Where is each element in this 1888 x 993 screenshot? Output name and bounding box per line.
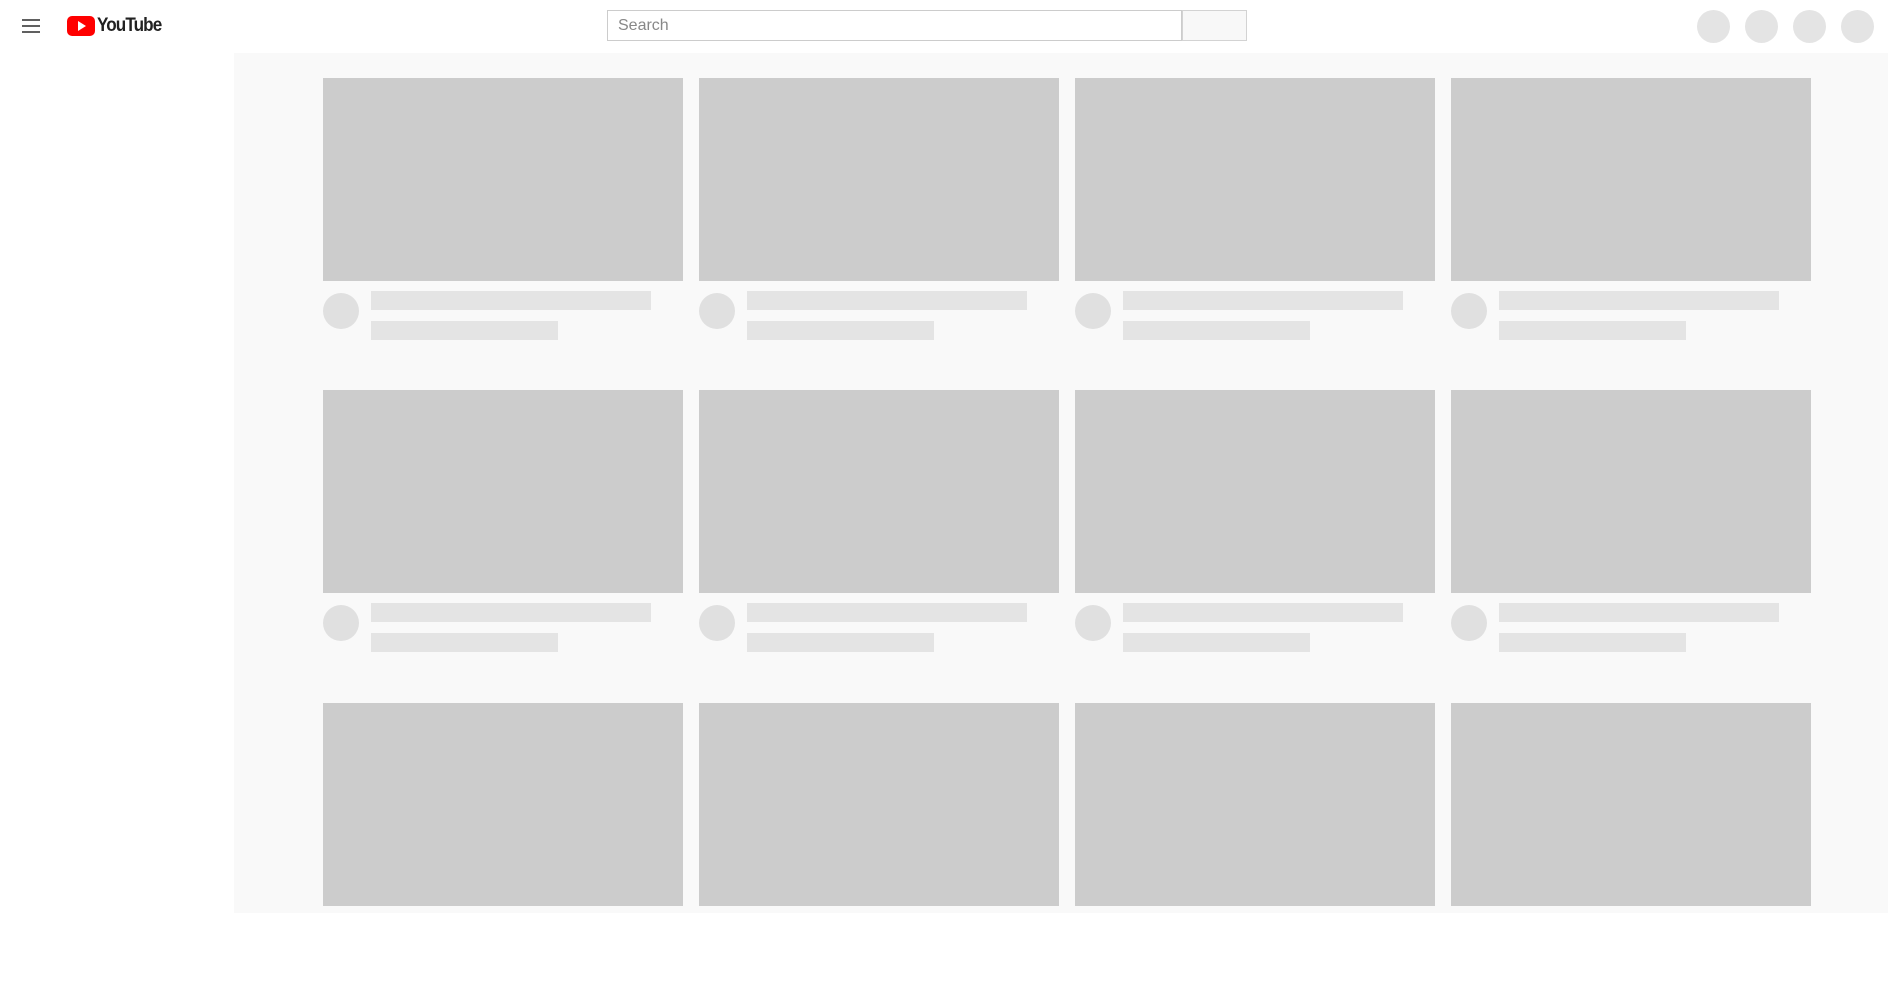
youtube-logo[interactable]: YouTube [67, 15, 168, 37]
thumbnail-placeholder [1075, 390, 1435, 593]
video-card-skeleton[interactable] [1451, 390, 1811, 680]
title-placeholder [1123, 603, 1403, 622]
thumbnail-placeholder [699, 78, 1059, 281]
masthead: YouTube [0, 0, 1888, 53]
video-card-skeleton[interactable] [1075, 390, 1435, 680]
header-action-placeholder-2[interactable] [1745, 10, 1778, 43]
sidebar [0, 53, 234, 913]
search-input[interactable] [607, 10, 1182, 41]
channel-avatar-placeholder [699, 293, 735, 329]
thumbnail-placeholder [323, 78, 683, 281]
channel-avatar-placeholder [1075, 293, 1111, 329]
header-action-placeholder-1[interactable] [1697, 10, 1730, 43]
thumbnail-placeholder [1451, 703, 1811, 906]
channel-avatar-placeholder [1451, 293, 1487, 329]
thumbnail-placeholder [1075, 703, 1435, 906]
video-card-skeleton[interactable] [323, 703, 683, 993]
video-card-skeleton[interactable] [323, 78, 683, 368]
header-action-placeholder-3[interactable] [1793, 10, 1826, 43]
video-card-skeleton[interactable] [1451, 78, 1811, 368]
hamburger-menu-icon[interactable] [19, 16, 43, 36]
youtube-play-icon [67, 16, 95, 36]
channel-avatar-placeholder [699, 605, 735, 641]
meta-placeholder [371, 633, 558, 652]
title-placeholder [1499, 603, 1779, 622]
meta-placeholder [1123, 321, 1310, 340]
search-button[interactable] [1182, 10, 1247, 41]
title-placeholder [371, 603, 651, 622]
channel-avatar-placeholder [323, 605, 359, 641]
title-placeholder [747, 291, 1027, 310]
meta-placeholder [1123, 633, 1310, 652]
thumbnail-placeholder [699, 703, 1059, 906]
video-grid [234, 53, 1888, 913]
meta-placeholder [371, 321, 558, 340]
video-card-skeleton[interactable] [699, 703, 1059, 993]
avatar-placeholder[interactable] [1841, 10, 1874, 43]
video-card-skeleton[interactable] [1075, 703, 1435, 993]
meta-placeholder [747, 633, 934, 652]
thumbnail-placeholder [1075, 78, 1435, 281]
thumbnail-placeholder [699, 390, 1059, 593]
title-placeholder [371, 291, 651, 310]
channel-avatar-placeholder [323, 293, 359, 329]
thumbnail-placeholder [323, 390, 683, 593]
video-card-skeleton[interactable] [699, 78, 1059, 368]
thumbnail-placeholder [1451, 390, 1811, 593]
logo-text: YouTube [97, 15, 162, 36]
thumbnail-placeholder [323, 703, 683, 906]
channel-avatar-placeholder [1075, 605, 1111, 641]
title-placeholder [1499, 291, 1779, 310]
video-card-skeleton[interactable] [323, 390, 683, 680]
video-card-skeleton[interactable] [1451, 703, 1811, 993]
meta-placeholder [747, 321, 934, 340]
meta-placeholder [1499, 321, 1686, 340]
thumbnail-placeholder [1451, 78, 1811, 281]
title-placeholder [747, 603, 1027, 622]
video-card-skeleton[interactable] [699, 390, 1059, 680]
meta-placeholder [1499, 633, 1686, 652]
title-placeholder [1123, 291, 1403, 310]
video-card-skeleton[interactable] [1075, 78, 1435, 368]
channel-avatar-placeholder [1451, 605, 1487, 641]
